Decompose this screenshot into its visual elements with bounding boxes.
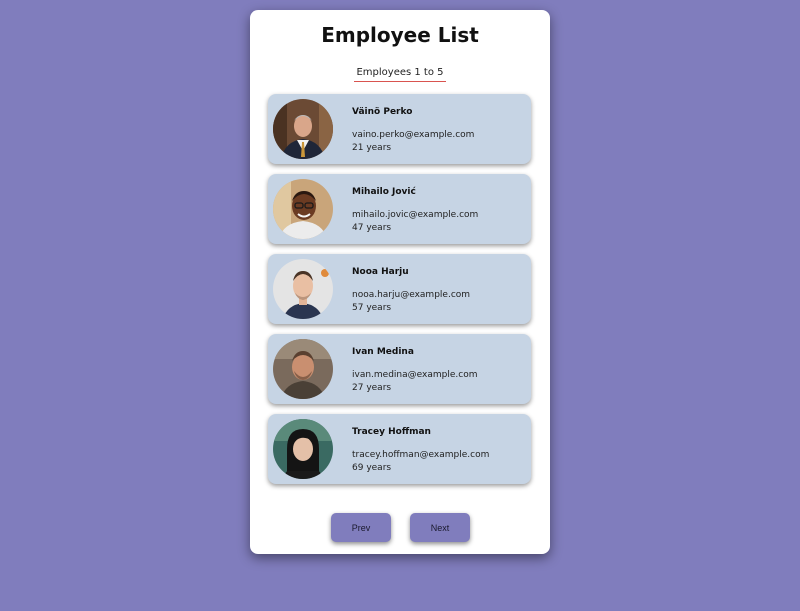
- employee-age: 57 years: [352, 303, 392, 313]
- employee-email: mihailo.jovic@example.com: [352, 210, 479, 220]
- employee-avatar: [273, 259, 333, 319]
- employee-avatar: [273, 99, 333, 159]
- pagination: Prev Next: [250, 513, 550, 543]
- employee-name: Ivan Medina: [352, 347, 414, 357]
- employee-avatar: [273, 419, 333, 479]
- employee-age: 21 years: [352, 143, 392, 153]
- employee-age: 27 years: [352, 383, 392, 393]
- employee-card: Ivan Medina ivan.medina@example.com 27 y…: [268, 334, 531, 404]
- employee-avatar: [273, 339, 333, 399]
- employee-name: Mihailo Jović: [352, 187, 416, 197]
- employee-list: Väinö Perko vaino.perko@example.com 21 y…: [268, 94, 531, 494]
- employee-card: Väinö Perko vaino.perko@example.com 21 y…: [268, 94, 531, 164]
- next-button[interactable]: Next: [410, 513, 470, 542]
- employee-email: vaino.perko@example.com: [352, 130, 475, 140]
- page-title: Employee List: [321, 23, 479, 47]
- prev-button[interactable]: Prev: [331, 513, 391, 542]
- employee-avatar: [273, 179, 333, 239]
- employee-name: Väinö Perko: [352, 107, 413, 117]
- employee-info: Ivan Medina ivan.medina@example.com 27 y…: [352, 346, 527, 395]
- employee-info: Nooa Harju nooa.harju@example.com 57 yea…: [352, 266, 527, 315]
- page-subtitle: Employees 1 to 5: [354, 67, 446, 82]
- employee-name: Tracey Hoffman: [352, 427, 431, 437]
- employee-info: Väinö Perko vaino.perko@example.com 21 y…: [352, 106, 527, 155]
- employee-info: Tracey Hoffman tracey.hoffman@example.co…: [352, 426, 527, 475]
- employee-card: Tracey Hoffman tracey.hoffman@example.co…: [268, 414, 531, 484]
- employee-card: Mihailo Jović mihailo.jovic@example.com …: [268, 174, 531, 244]
- employee-info: Mihailo Jović mihailo.jovic@example.com …: [352, 186, 527, 235]
- employee-email: ivan.medina@example.com: [352, 370, 478, 380]
- employee-email: nooa.harju@example.com: [352, 290, 471, 300]
- employee-email: tracey.hoffman@example.com: [352, 450, 490, 460]
- employee-list-card: Employee List Employees 1 to 5 Väinö Per…: [250, 10, 550, 554]
- employee-name: Nooa Harju: [352, 267, 409, 277]
- employee-card: Nooa Harju nooa.harju@example.com 57 yea…: [268, 254, 531, 324]
- employee-age: 47 years: [352, 223, 392, 233]
- employee-age: 69 years: [352, 463, 392, 473]
- subtitle-container: Employees 1 to 5: [250, 60, 550, 82]
